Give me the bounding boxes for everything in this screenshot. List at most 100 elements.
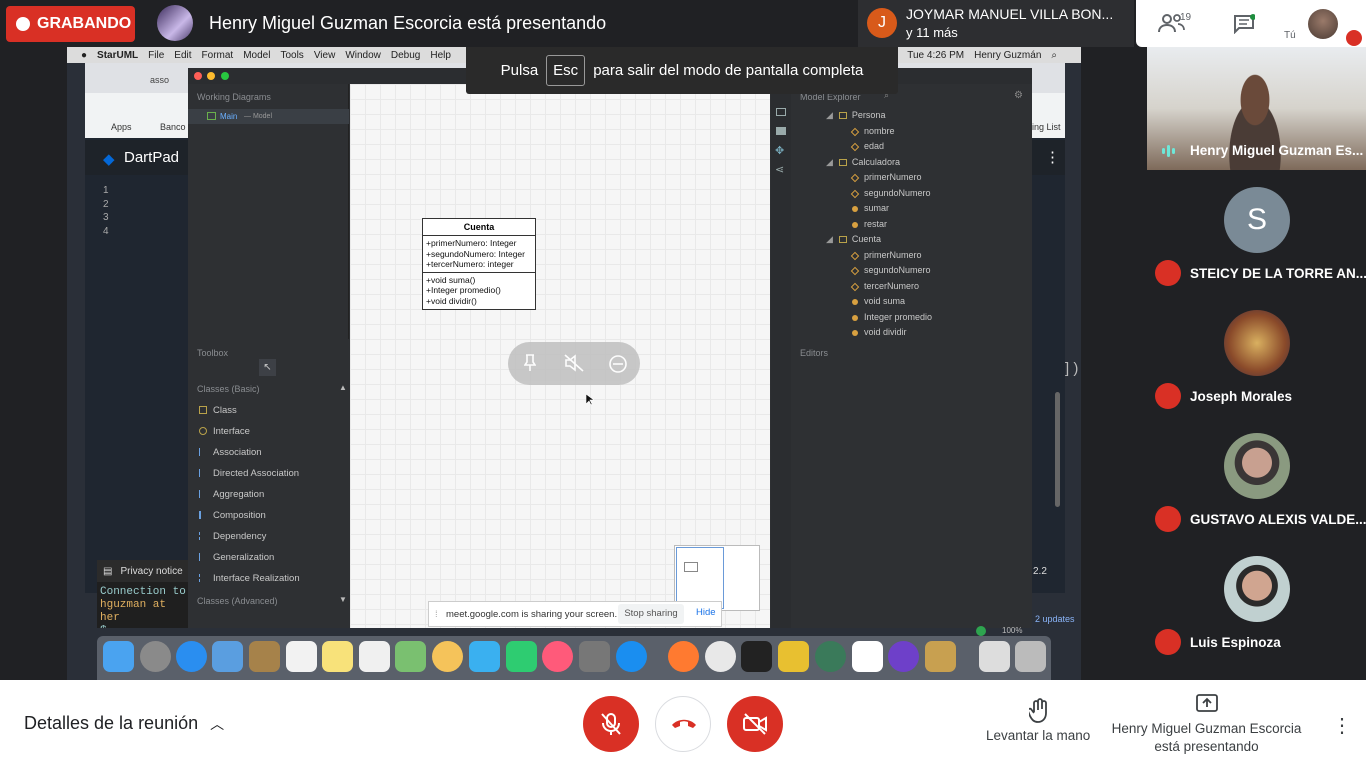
menu-view[interactable]: View <box>314 50 336 61</box>
tool-dependency[interactable]: Dependency <box>199 531 266 542</box>
menu-tools[interactable]: Tools <box>280 50 303 61</box>
zoom-window-icon[interactable] <box>221 72 229 80</box>
explorer-item-attr[interactable]: nombre <box>850 126 895 136</box>
remove-icon[interactable] <box>608 354 628 374</box>
present-now-button[interactable] <box>1196 694 1218 712</box>
mute-icon[interactable] <box>564 354 584 372</box>
explorer-item-calculadora[interactable]: ◢ Calculadora <box>826 157 900 168</box>
tool-composition[interactable]: Composition <box>199 510 266 521</box>
gear-icon[interactable]: ⚙ <box>1014 90 1023 101</box>
dock-notes-icon[interactable] <box>322 641 353 672</box>
dock-mail-icon[interactable] <box>212 641 243 672</box>
explorer-item-attr[interactable]: segundoNumero <box>850 265 931 275</box>
dock-calendar-icon[interactable] <box>286 641 317 672</box>
minimap-viewport[interactable] <box>676 547 724 609</box>
self-avatar[interactable] <box>1308 9 1338 39</box>
dock-app-store-icon[interactable] <box>616 641 647 672</box>
diagram-item-main[interactable]: Main — Model <box>188 109 349 124</box>
dock-star-icon[interactable] <box>778 641 809 672</box>
spotlight-icon[interactable]: ⌕ <box>1051 50 1057 61</box>
minimize-window-icon[interactable] <box>207 72 215 80</box>
uml-class-cuenta[interactable]: Cuenta +primerNumero: Integer +segundoNu… <box>422 218 536 310</box>
more-vert-icon[interactable]: ⋮ <box>1045 148 1060 166</box>
explorer-item-attr[interactable]: primerNumero <box>850 172 922 182</box>
dock-documents-icon[interactable] <box>979 641 1010 672</box>
meeting-details-button[interactable]: Detalles de la reunión ︿ <box>24 713 224 734</box>
menu-window[interactable]: Window <box>345 50 381 61</box>
reading-list[interactable]: ing List <box>1032 122 1061 132</box>
bookmark-apps[interactable]: Apps <box>111 122 132 132</box>
dock-maps-icon[interactable] <box>395 641 426 672</box>
tool-association[interactable]: Association <box>199 447 262 458</box>
dock-system-prefs-icon[interactable] <box>579 641 610 672</box>
tool-interface[interactable]: Interface <box>199 426 250 437</box>
explorer-item-cuenta[interactable]: ◢ Cuenta <box>826 234 881 245</box>
microphone-toggle-button[interactable] <box>583 696 639 752</box>
explorer-item-attr[interactable]: tercerNumero <box>850 281 919 291</box>
menu-format[interactable]: Format <box>202 50 234 61</box>
tool-interface-realization[interactable]: Interface Realization <box>199 573 300 584</box>
explorer-item-op[interactable]: Integer promedio <box>852 312 932 322</box>
dock-atom-icon[interactable] <box>815 641 846 672</box>
dock-photos-icon[interactable] <box>432 641 463 672</box>
md-toggle-icon[interactable] <box>776 127 786 135</box>
drag-handle-icon[interactable]: ⁞ <box>435 609 438 620</box>
dock-messages-icon[interactable] <box>469 641 500 672</box>
menu-help[interactable]: Help <box>430 50 451 61</box>
menu-edit[interactable]: Edit <box>174 50 191 61</box>
tool-class[interactable]: Class <box>199 405 237 416</box>
dock-launchpad-icon[interactable] <box>140 641 171 672</box>
navigate-icon[interactable]: ✥ <box>775 144 784 157</box>
explorer-item-attr[interactable]: primerNumero <box>850 250 922 260</box>
dock-reminders-icon[interactable] <box>359 641 390 672</box>
explorer-item-attr[interactable]: edad <box>850 141 884 151</box>
dock-keychain-icon[interactable] <box>925 641 956 672</box>
updates-link[interactable]: 2 updates <box>1035 614 1075 624</box>
dock-finder-icon[interactable] <box>103 641 134 672</box>
stop-sharing-button[interactable]: Stop sharing <box>618 604 684 624</box>
collapse-up-icon[interactable]: ▲ <box>339 383 347 392</box>
share-icon[interactable]: ⋖ <box>775 163 784 176</box>
dock-github-icon[interactable] <box>888 641 919 672</box>
hide-share-bar-button[interactable]: Hide <box>696 607 716 618</box>
dock-terminal-icon[interactable] <box>741 641 772 672</box>
dock-facetime-icon[interactable] <box>506 641 537 672</box>
terminal[interactable]: Connection to hguzman at her $ <box>97 582 191 628</box>
menu-debug[interactable]: Debug <box>391 50 420 61</box>
explorer-item-op[interactable]: void dividir <box>852 327 907 337</box>
privacy-notice[interactable]: ▤ Privacy notice <box>97 560 189 582</box>
explorer-item-attr[interactable]: segundoNumero <box>850 188 931 198</box>
scrollbar[interactable] <box>1055 392 1060 507</box>
toolbox-toggle-icon[interactable] <box>776 108 786 116</box>
raise-hand-button[interactable] <box>1029 698 1051 724</box>
chrome-tab[interactable]: asso <box>150 75 169 85</box>
dock-chrome-icon[interactable] <box>705 641 736 672</box>
toolbox-section-basic[interactable]: Classes (Basic) <box>197 384 260 394</box>
explorer-item-op[interactable]: void suma <box>852 296 905 306</box>
tool-directed-association[interactable]: Directed Association <box>199 468 299 479</box>
close-window-icon[interactable] <box>194 72 202 80</box>
explorer-item-op[interactable]: sumar <box>852 203 889 213</box>
pin-icon[interactable] <box>524 354 536 372</box>
menu-model[interactable]: Model <box>243 50 270 61</box>
dock-safari-icon[interactable] <box>176 641 207 672</box>
leave-call-button[interactable] <box>655 696 711 752</box>
pointer-tool-icon[interactable]: ↖ <box>259 359 276 376</box>
menu-file[interactable]: File <box>148 50 164 61</box>
dock-notes-brown-icon[interactable] <box>249 641 280 672</box>
tool-generalization[interactable]: Generalization <box>199 552 274 563</box>
expand-down-icon[interactable]: ▼ <box>339 595 347 604</box>
dock-trash-icon[interactable] <box>1015 641 1046 672</box>
dock-pen-icon[interactable] <box>668 641 699 672</box>
explorer-item-op[interactable]: restar <box>852 219 887 229</box>
bookmark-banco[interactable]: Banco <box>160 122 186 132</box>
explorer-item-persona[interactable]: ◢ Persona <box>826 110 885 121</box>
toolbox-section-advanced[interactable]: Classes (Advanced) <box>197 596 278 606</box>
camera-toggle-button[interactable] <box>727 696 783 752</box>
dock-notion-icon[interactable] <box>852 641 883 672</box>
dock-music-icon[interactable] <box>542 641 573 672</box>
tool-aggregation[interactable]: Aggregation <box>199 489 264 500</box>
menu-staruml[interactable]: StarUML <box>97 50 138 61</box>
more-options-icon[interactable]: ⋮ <box>1332 713 1352 738</box>
chat-button[interactable] <box>1233 14 1255 34</box>
